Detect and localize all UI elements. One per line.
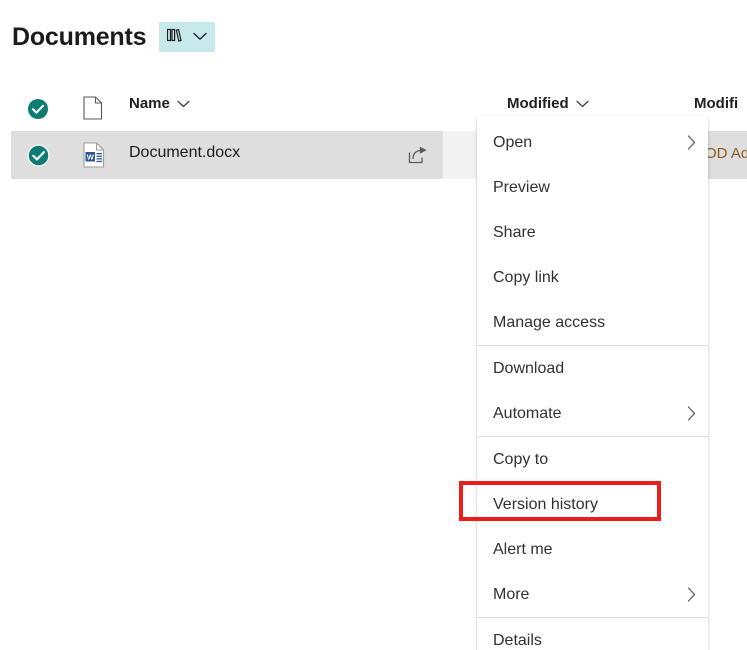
menu-item-copy-to[interactable]: Copy to [477,437,708,482]
menu-item-label: Automate [493,404,562,422]
column-header-name[interactable]: Name [129,95,190,112]
library-type-badge[interactable] [159,22,216,52]
column-header-modified-by-label: Modifi [694,95,739,112]
page-title: Documents [12,22,147,51]
chevron-right-icon [687,587,696,602]
menu-item-version-history[interactable]: Version history [477,482,708,527]
menu-item-open[interactable]: Open [477,120,708,165]
document-icon[interactable] [83,96,103,125]
context-menu[interactable]: Open Preview Share Copy link Manage acce… [477,116,708,650]
chevron-right-icon [687,406,696,421]
menu-item-download[interactable]: Download [477,346,708,391]
menu-item-label: Alert me [493,540,553,558]
svg-text:W: W [87,152,95,161]
menu-item-label: Download [493,359,565,377]
share-icon[interactable] [401,143,435,167]
menu-item-copy-link[interactable]: Copy link [477,255,708,300]
column-header-modified-label: Modified [507,95,569,112]
menu-item-label: Copy to [493,450,549,468]
column-header-modified[interactable]: Modified [507,95,589,112]
select-all-checkbox[interactable] [27,98,49,125]
menu-item-label: More [493,585,530,603]
menu-item-automate[interactable]: Automate [477,391,708,436]
checkmark-circle-icon [27,99,49,124]
menu-item-label: Preview [493,178,550,196]
menu-item-details[interactable]: Details [477,618,708,650]
chevron-down-icon [177,95,190,112]
column-header-name-label: Name [129,95,170,112]
page-header: Documents [0,0,747,74]
chevron-down-icon [576,95,589,112]
menu-item-label: Share [493,223,536,241]
menu-item-label: Manage access [493,313,606,331]
menu-item-share[interactable]: Share [477,210,708,255]
menu-item-label: Open [493,133,533,151]
library-books-icon [167,27,186,48]
word-document-icon: W [83,142,105,173]
row-select-checkbox[interactable] [27,144,50,172]
menu-item-manage-access[interactable]: Manage access [477,300,708,345]
file-name-link[interactable]: Document.docx [129,144,240,162]
row-modified-by: OD Ad [705,145,747,162]
menu-item-alert-me[interactable]: Alert me [477,527,708,572]
chevron-right-icon [687,135,696,150]
column-header-modified-by[interactable]: Modifi [694,95,738,112]
checkmark-circle-icon [27,144,50,171]
menu-item-more[interactable]: More [477,572,708,617]
menu-item-label: Details [493,631,542,649]
chevron-down-icon [193,28,207,46]
menu-item-label: Version history [493,495,598,513]
menu-item-label: Copy link [493,268,559,286]
menu-item-preview[interactable]: Preview [477,165,708,210]
